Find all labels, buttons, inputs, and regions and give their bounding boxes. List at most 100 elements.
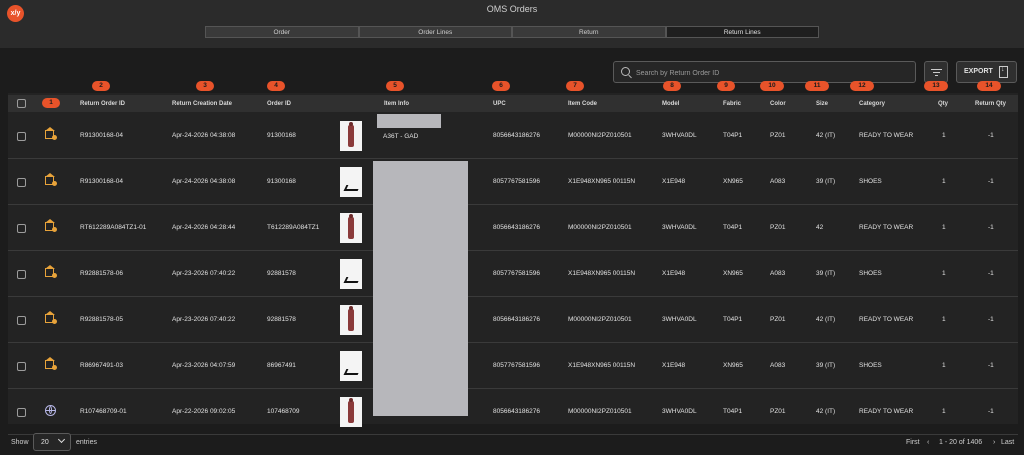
- column-badge: 3: [196, 81, 214, 91]
- cell-fabric: T04P1: [723, 224, 743, 231]
- cell-fabric: T04P1: [723, 408, 743, 415]
- export-button[interactable]: EXPORT: [956, 61, 1017, 83]
- cell-order-id: 92881578: [267, 316, 296, 323]
- col-item-info[interactable]: Item Info: [384, 101, 409, 107]
- return-house-icon[interactable]: [45, 311, 57, 324]
- return-house-icon[interactable]: [45, 127, 57, 140]
- row-checkbox[interactable]: [17, 270, 26, 279]
- col-upc[interactable]: UPC: [493, 101, 506, 107]
- col-return-qty[interactable]: Return Qty: [975, 101, 1006, 107]
- cell-fabric: XN965: [723, 362, 743, 369]
- cell-return-order-id: R91300168-04: [80, 178, 124, 185]
- cell-category: READY TO WEAR: [859, 408, 914, 415]
- cell-color: PZ01: [770, 316, 786, 323]
- cell-return-order-id: R91300168-04: [80, 132, 124, 139]
- product-thumbnail-garment[interactable]: [340, 213, 362, 243]
- col-return-order-id[interactable]: Return Order ID: [80, 101, 125, 107]
- redacted-block: [377, 114, 441, 128]
- product-thumbnail-shoe[interactable]: [340, 259, 362, 289]
- table-row[interactable]: R92881578-06 Apr-23-2026 07:40:22 92881578…: [8, 251, 1018, 297]
- cell-item-code: X1E948XN965 00115N: [568, 178, 636, 185]
- row-checkbox[interactable]: [17, 132, 26, 141]
- redacted-block: [373, 161, 468, 416]
- tab-return-lines[interactable]: Return Lines: [665, 26, 819, 38]
- col-size[interactable]: Size: [816, 101, 828, 107]
- entries-per-page-select[interactable]: 20: [33, 433, 71, 451]
- row-checkbox[interactable]: [17, 408, 26, 417]
- cell-upc: 8056643186276: [493, 316, 540, 323]
- search-box[interactable]: [613, 61, 916, 83]
- tab-return[interactable]: Return: [512, 26, 666, 38]
- cell-size: 39 (IT): [816, 270, 836, 277]
- column-badge: 14: [977, 81, 1001, 91]
- column-badge: 9: [717, 81, 735, 91]
- pager-last[interactable]: Last: [1001, 439, 1014, 446]
- cell-category: SHOES: [859, 270, 882, 277]
- col-color[interactable]: Color: [770, 101, 786, 107]
- col-qty[interactable]: Qty: [938, 101, 948, 107]
- cell-return-order-id: R92881578-06: [80, 270, 124, 277]
- cell-fabric: T04P1: [723, 316, 743, 323]
- col-model[interactable]: Model: [662, 101, 679, 107]
- col-fabric[interactable]: Fabric: [723, 101, 741, 107]
- cell-return-qty: -1: [988, 316, 994, 323]
- return-house-icon[interactable]: [45, 357, 57, 370]
- cell-order-id: 92881578: [267, 270, 296, 277]
- search-icon: [621, 67, 630, 76]
- item-info-text: A36T - GAD: [383, 133, 419, 140]
- column-badge: 8: [663, 81, 681, 91]
- cell-model: X1E948: [662, 362, 686, 369]
- col-item-code[interactable]: Item Code: [568, 101, 597, 107]
- column-badge: 5: [386, 81, 404, 91]
- return-house-icon[interactable]: [45, 173, 57, 186]
- filter-icon: [931, 69, 942, 71]
- select-all-checkbox[interactable]: [17, 99, 26, 108]
- cell-model: 3WHVA0DL: [662, 132, 697, 139]
- pager-first[interactable]: First: [906, 439, 920, 446]
- return-house-icon[interactable]: [45, 219, 57, 232]
- cell-order-id: 107468709: [267, 408, 300, 415]
- col-return-creation-date[interactable]: Return Creation Date: [172, 101, 232, 107]
- cell-order-id: 91300168: [267, 132, 296, 139]
- row-checkbox[interactable]: [17, 316, 26, 325]
- cell-upc: 8057767581596: [493, 178, 540, 185]
- cell-return-order-id: R107468709-01: [80, 408, 127, 415]
- cell-model: 3WHVA0DL: [662, 408, 697, 415]
- cell-return-creation-date: Apr-23-2026 07:40:22: [172, 270, 236, 277]
- cell-upc: 8057767581596: [493, 270, 540, 277]
- product-thumbnail-garment[interactable]: [340, 121, 362, 151]
- cell-order-id: 86967491: [267, 362, 296, 369]
- table-row[interactable]: R86967491-03 Apr-23-2026 04:07:59 86967491…: [8, 343, 1018, 389]
- row-checkbox[interactable]: [17, 224, 26, 233]
- cell-return-order-id: RT612289A084TZ1-01: [80, 224, 147, 231]
- row-checkbox[interactable]: [17, 362, 26, 371]
- column-badge: 13: [924, 81, 948, 91]
- col-order-id[interactable]: Order ID: [267, 101, 291, 107]
- cell-return-qty: -1: [988, 178, 994, 185]
- cell-order-id: 91300168: [267, 178, 296, 185]
- tab-order-lines[interactable]: Order Lines: [358, 26, 512, 38]
- cell-model: 3WHVA0DL: [662, 224, 697, 231]
- tab-order[interactable]: Order: [205, 26, 359, 38]
- table-row[interactable]: R92881578-05 Apr-23-2026 07:40:22 92881578…: [8, 297, 1018, 343]
- pager-next-icon[interactable]: ›: [993, 439, 995, 446]
- globe-icon[interactable]: [45, 405, 56, 416]
- pager-prev-icon[interactable]: ‹: [927, 439, 929, 446]
- table-row[interactable]: R91300168-04 Apr-24-2026 04:38:08 91300168…: [8, 159, 1018, 205]
- cell-item-code: M00000NI2PZ010501: [568, 224, 632, 231]
- cell-model: X1E948: [662, 178, 686, 185]
- product-thumbnail-garment[interactable]: [340, 397, 362, 427]
- product-thumbnail-garment[interactable]: [340, 305, 362, 335]
- product-thumbnail-shoe[interactable]: [340, 167, 362, 197]
- cell-size: 42 (IT): [816, 408, 836, 415]
- product-thumbnail-shoe[interactable]: [340, 351, 362, 381]
- return-house-icon[interactable]: [45, 265, 57, 278]
- table-row[interactable]: RT612289A084TZ1-01 Apr-24-2026 04:28:44 T6…: [8, 205, 1018, 251]
- row-checkbox[interactable]: [17, 178, 26, 187]
- search-input[interactable]: [634, 65, 908, 81]
- table-row[interactable]: R91300168-04 Apr-24-2026 04:38:08 91300168…: [8, 113, 1018, 159]
- table-row[interactable]: R107468709-01 Apr-22-2026 09:02:05 1074687…: [8, 389, 1018, 435]
- col-category[interactable]: Category: [859, 101, 885, 107]
- cell-return-creation-date: Apr-24-2026 04:28:44: [172, 224, 236, 231]
- filter-button[interactable]: [924, 61, 948, 83]
